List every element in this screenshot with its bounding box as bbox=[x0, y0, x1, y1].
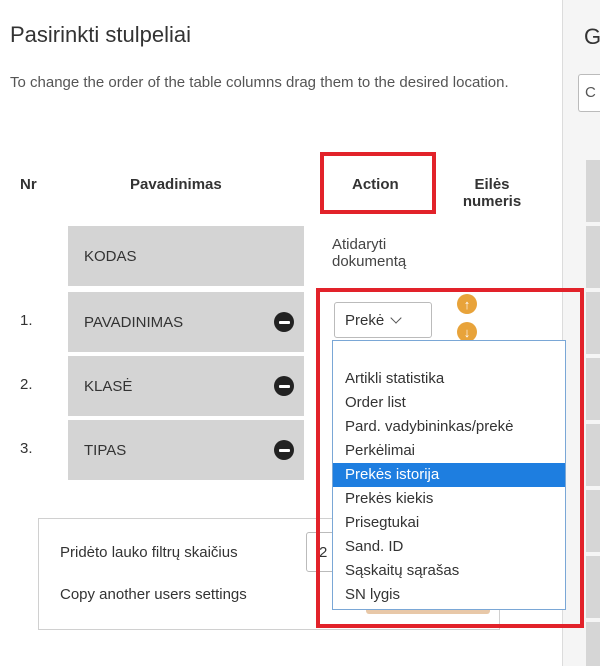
right-panel-title: G bbox=[584, 24, 600, 49]
panel-title: Pasirinkti stulpeliai bbox=[10, 22, 191, 47]
row-action-text: Atidaryti dokumentą bbox=[332, 236, 407, 270]
column-name: KLASĖ bbox=[84, 377, 133, 395]
column-name: TIPAS bbox=[84, 441, 127, 459]
right-panel-input[interactable]: C bbox=[578, 74, 600, 112]
column-name: PAVADINIMAS bbox=[84, 313, 184, 331]
row-number: 3. bbox=[20, 440, 33, 457]
right-panel-row bbox=[586, 622, 600, 666]
column-row-klase[interactable]: KLASĖ bbox=[68, 356, 304, 416]
row-number: 1. bbox=[20, 312, 33, 329]
right-panel-row bbox=[586, 292, 600, 354]
right-panel-row bbox=[586, 160, 600, 222]
right-panel-row bbox=[586, 490, 600, 552]
row-number: 2. bbox=[20, 376, 33, 393]
header-name: Pavadinimas bbox=[130, 176, 222, 193]
filter-count-label: Pridėto lauko filtrų skaičius bbox=[60, 544, 238, 561]
header-order: Eilės numeris bbox=[462, 176, 522, 210]
column-row-kodas[interactable]: KODAS bbox=[68, 226, 304, 286]
column-row-tipas[interactable]: TIPAS bbox=[68, 420, 304, 480]
column-name: KODAS bbox=[84, 247, 137, 265]
right-panel-row bbox=[586, 556, 600, 618]
header-nr: Nr bbox=[20, 176, 37, 193]
remove-icon[interactable] bbox=[274, 376, 294, 396]
right-panel-row bbox=[586, 424, 600, 486]
copy-settings-label: Copy another users settings bbox=[60, 586, 247, 603]
action-header-highlight bbox=[320, 152, 436, 214]
right-panel-row bbox=[586, 226, 600, 288]
panel-description: To change the order of the table columns… bbox=[10, 74, 509, 91]
column-row-pavadinimas[interactable]: PAVADINIMAS bbox=[68, 292, 304, 352]
remove-icon[interactable] bbox=[274, 440, 294, 460]
right-panel-row bbox=[586, 358, 600, 420]
remove-icon[interactable] bbox=[274, 312, 294, 332]
dropdown-highlight bbox=[316, 288, 584, 628]
